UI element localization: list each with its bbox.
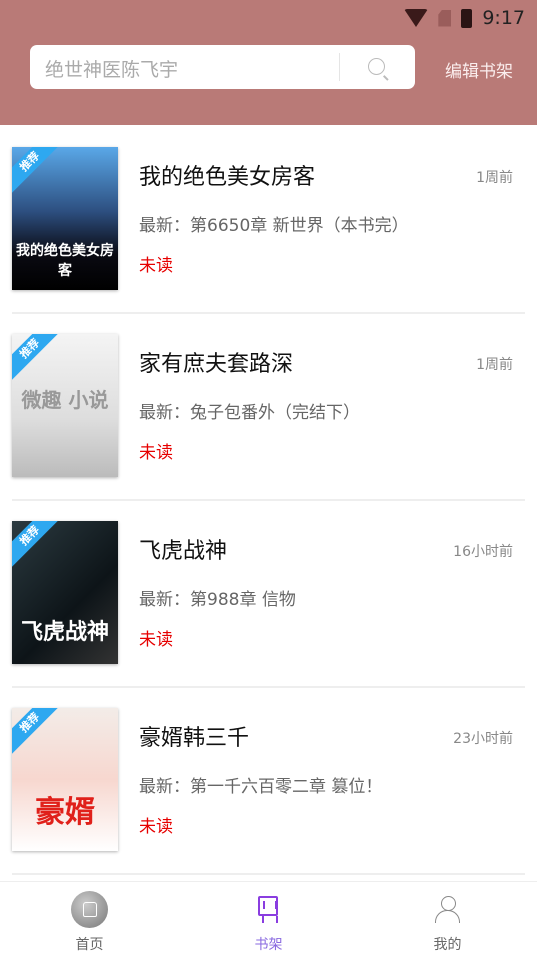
cover-text: 微趣 小说 bbox=[21, 388, 109, 413]
book-title: 豪婿韩三千 bbox=[139, 726, 250, 751]
update-time: 16小时前 bbox=[453, 544, 513, 560]
update-time: 1周前 bbox=[476, 357, 513, 373]
book-cover[interactable]: 我的绝色美女房客 推荐 bbox=[12, 147, 118, 290]
book-cover[interactable]: 飞虎战神 推荐 bbox=[12, 521, 118, 664]
tab-home[interactable]: 首页 bbox=[0, 882, 179, 958]
read-status: 未读 bbox=[139, 443, 173, 463]
tab-label: 书架 bbox=[254, 937, 283, 953]
status-bar: 9:17 bbox=[404, 6, 525, 30]
book-item[interactable]: 我的绝色美女房客 推荐 我的绝色美女房客 1周前 最新：第6650章 新世界（本… bbox=[0, 147, 537, 334]
book-cover[interactable]: 豪婿 推荐 bbox=[12, 708, 118, 851]
user-icon bbox=[435, 896, 461, 924]
divider bbox=[12, 312, 525, 314]
search-placeholder: 绝世神医陈飞宇 bbox=[45, 59, 179, 81]
tab-label: 首页 bbox=[75, 937, 104, 953]
home-icon bbox=[71, 891, 108, 928]
book-item[interactable]: 豪婿 推荐 豪婿韩三千 23小时前 最新：第一千六百零二章 篡位！ 未读 bbox=[0, 708, 537, 895]
divider bbox=[12, 686, 525, 688]
recommend-badge: 推荐 bbox=[12, 521, 65, 571]
wifi-icon bbox=[404, 9, 429, 27]
header: 9:17 绝世神医陈飞宇 编辑书架 bbox=[0, 0, 537, 125]
cover-text: 飞虎战神 bbox=[20, 619, 109, 645]
tab-label: 我的 bbox=[433, 937, 462, 953]
search-input[interactable]: 绝世神医陈飞宇 bbox=[30, 45, 415, 89]
divider bbox=[12, 499, 525, 501]
latest-chapter: 最新：兔子包番外（完结下） bbox=[139, 403, 360, 423]
read-status: 未读 bbox=[139, 256, 173, 276]
bookshelf-icon bbox=[258, 896, 278, 923]
book-cover[interactable]: 微趣 小说 推荐 bbox=[12, 334, 118, 477]
cover-text: 我的绝色美女房客 bbox=[16, 242, 114, 279]
divider bbox=[339, 53, 340, 81]
read-status: 未读 bbox=[139, 630, 173, 650]
recommend-badge: 推荐 bbox=[12, 147, 65, 197]
book-title: 飞虎战神 bbox=[139, 539, 228, 564]
cover-text: 豪婿 bbox=[35, 794, 95, 830]
latest-chapter: 最新：第6650章 新世界（本书完） bbox=[139, 216, 409, 236]
recommend-badge: 推荐 bbox=[12, 708, 65, 758]
clock: 9:17 bbox=[482, 7, 525, 29]
bottom-nav: 首页 书架 我的 bbox=[0, 881, 537, 957]
battery-charging-icon bbox=[461, 8, 473, 28]
edit-shelf-button[interactable]: 编辑书架 bbox=[445, 57, 513, 82]
latest-chapter: 最新：第一千六百零二章 篡位！ bbox=[139, 777, 383, 797]
search-icon[interactable] bbox=[368, 58, 385, 75]
book-item[interactable]: 微趣 小说 推荐 家有庶夫套路深 1周前 最新：兔子包番外（完结下） 未读 bbox=[0, 334, 537, 521]
no-sim-icon bbox=[438, 9, 452, 27]
book-item[interactable]: 飞虎战神 推荐 飞虎战神 16小时前 最新：第988章 信物 未读 bbox=[0, 521, 537, 708]
book-title: 我的绝色美女房客 bbox=[139, 165, 316, 190]
recommend-badge: 推荐 bbox=[12, 334, 65, 384]
update-time: 1周前 bbox=[476, 170, 513, 186]
latest-chapter: 最新：第988章 信物 bbox=[139, 590, 296, 610]
book-title: 家有庶夫套路深 bbox=[139, 352, 294, 377]
divider bbox=[12, 873, 525, 875]
tab-mine[interactable]: 我的 bbox=[358, 882, 537, 958]
read-status: 未读 bbox=[139, 817, 173, 837]
tab-bookshelf[interactable]: 书架 bbox=[179, 882, 358, 958]
update-time: 23小时前 bbox=[453, 731, 513, 747]
